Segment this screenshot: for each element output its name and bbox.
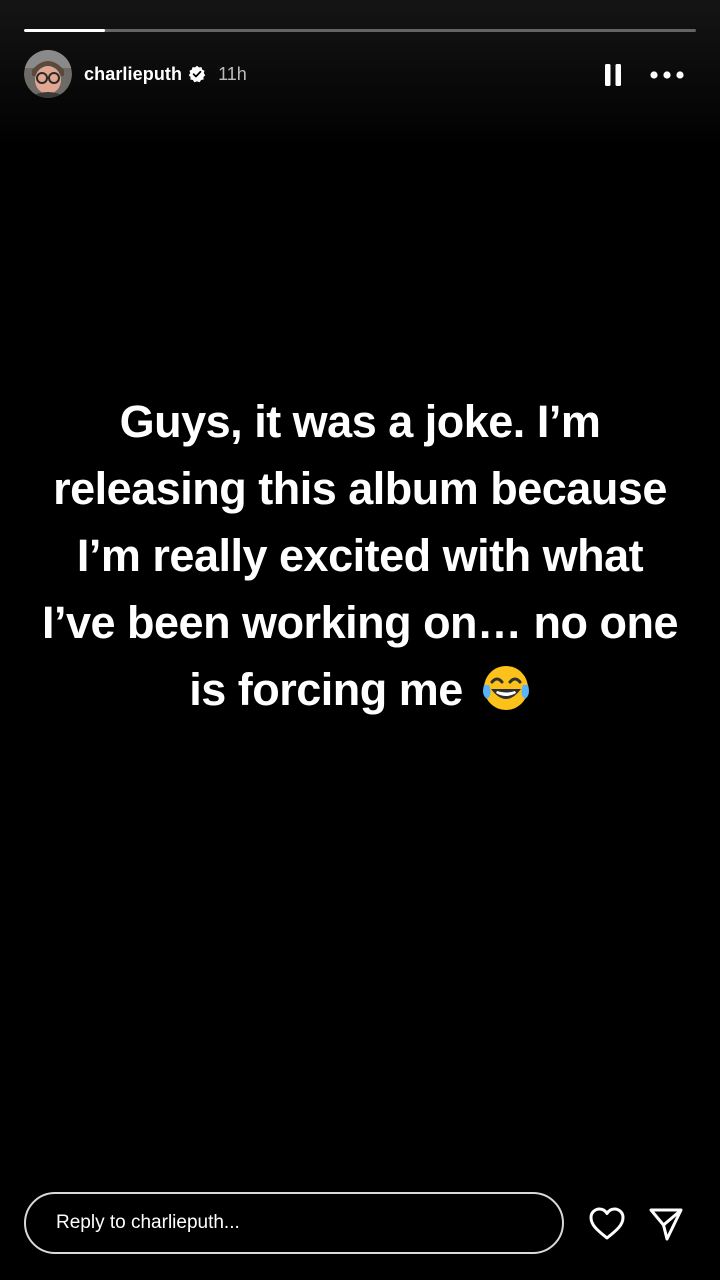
story-text: Guys, it was a joke. I’m releasing this … [40, 388, 680, 723]
story-progress-bar [24, 29, 696, 32]
pause-icon[interactable] [600, 62, 626, 88]
story-view[interactable]: charlieputh 11h Guys, it was a joke. I’m… [0, 0, 720, 1280]
reply-input[interactable]: Reply to charlieputh... [24, 1192, 564, 1254]
username[interactable]: charlieputh [84, 64, 182, 85]
post-time: 11h [218, 63, 247, 84]
verified-badge-icon [188, 65, 206, 83]
avatar[interactable] [24, 50, 72, 98]
face-with-tears-of-joy-icon [481, 663, 531, 713]
story-header: charlieputh 11h [24, 50, 247, 98]
heart-icon[interactable] [588, 1206, 626, 1242]
reply-placeholder: Reply to charlieputh... [56, 1212, 240, 1233]
story-progress-fill [24, 29, 105, 32]
send-icon[interactable] [648, 1206, 684, 1242]
more-options-icon[interactable] [648, 62, 686, 88]
story-text-content: Guys, it was a joke. I’m releasing this … [41, 396, 679, 715]
